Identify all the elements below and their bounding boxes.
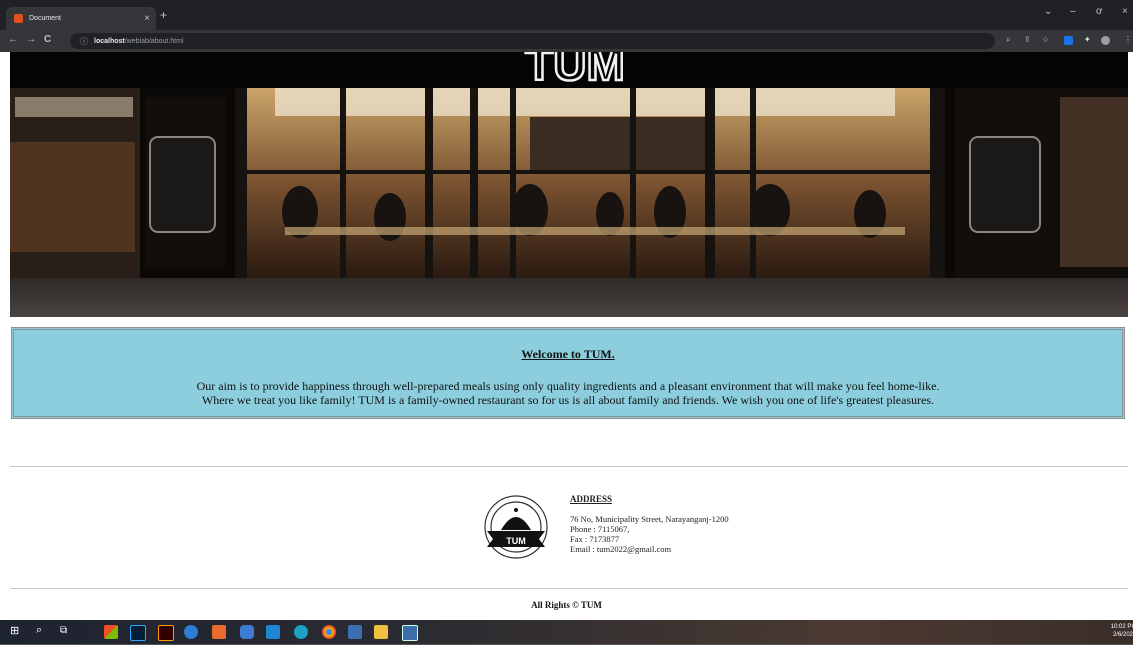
address-street: 76 No, Municipality Street, Narayanganj-… <box>570 514 729 524</box>
hero-image: TUM <box>10 52 1128 317</box>
browser-tab-bar: Document × + ⌄ – ơ × <box>0 0 1133 30</box>
tab-search-chevron-icon[interactable]: ⌄ <box>1044 6 1052 17</box>
address-heading: ADDRESS <box>570 494 613 504</box>
welcome-text-line-2: Where we treat you like family! TUM is a… <box>201 393 935 407</box>
windows-start-icon[interactable]: ⊞ <box>10 624 24 638</box>
app-icon[interactable] <box>184 625 198 639</box>
app-icon-2[interactable] <box>348 625 362 639</box>
clock-date: 2/6/202 <box>1112 632 1133 638</box>
illustrator-icon[interactable] <box>158 625 174 641</box>
share-icon[interactable]: ⇪ <box>1024 35 1031 44</box>
chrome-browser-icon[interactable] <box>322 625 336 639</box>
welcome-heading: Welcome to TUM. <box>521 347 615 361</box>
system-clock[interactable]: 10:02 PI 2/6/202 <box>1111 623 1133 639</box>
url-input[interactable]: ⓘ localhost /weblab/about.html <box>70 33 995 49</box>
app-icon-3[interactable] <box>402 625 418 641</box>
new-tab-button[interactable]: + <box>160 8 167 22</box>
file-explorer-icon[interactable] <box>374 625 388 639</box>
edge-browser-icon[interactable] <box>294 625 308 639</box>
footer-logo: TUM <box>483 494 549 565</box>
browser-address-bar: ← → C ⓘ localhost /weblab/about.html ⌕ ⇪… <box>0 30 1133 52</box>
forward-button[interactable]: → <box>26 34 36 45</box>
store-app-icon[interactable] <box>104 625 118 639</box>
address-email: Email : tum2022@gmail.com <box>570 544 672 554</box>
footer-divider-bottom <box>10 588 1128 589</box>
welcome-text-line-1: Our aim is to provide happiness through … <box>196 379 940 393</box>
footer-divider-top <box>10 466 1128 467</box>
clock-time: 10:02 PI <box>1110 624 1133 630</box>
photoshop-icon[interactable] <box>130 625 146 641</box>
footer-logo-text: TUM <box>506 536 526 546</box>
reload-button[interactable]: C <box>44 34 51 45</box>
tab-title: Document <box>29 15 61 22</box>
extension-icon[interactable] <box>1064 36 1073 45</box>
window-close-button[interactable]: × <box>1122 6 1128 17</box>
windows-taskbar: ⊞ ⌕ ⧉ 10:02 PI 2/6/202 <box>0 620 1133 644</box>
copyright-text: All Rights © TUM <box>531 600 602 610</box>
extensions-puzzle-icon[interactable]: ✦ <box>1084 35 1091 44</box>
bookmark-star-icon[interactable]: ☆ <box>1042 35 1049 44</box>
hero-brand-text: TUM <box>525 52 625 90</box>
minimize-button[interactable]: – <box>1070 6 1076 17</box>
profile-avatar[interactable] <box>1101 36 1110 45</box>
vscode-icon[interactable] <box>266 625 280 639</box>
zoom-search-icon[interactable]: ⌕ <box>1006 35 1010 45</box>
restore-button[interactable]: ơ <box>1096 6 1103 17</box>
url-path: /weblab/about.html <box>124 37 184 45</box>
page-viewport: TUM Welcome to TUM. Our aim is to provid… <box>0 52 1133 620</box>
tab-close-icon[interactable]: × <box>144 13 150 24</box>
xampp-icon[interactable] <box>212 625 226 639</box>
back-button[interactable]: ← <box>8 34 18 45</box>
address-phone: Phone : 7115067, <box>570 524 630 534</box>
browser-tab[interactable]: Document × <box>6 7 156 30</box>
browser-menu-icon[interactable]: ⋮ <box>1124 35 1132 44</box>
address-block: ADDRESS 76 No, Municipality Street, Nara… <box>570 494 729 554</box>
url-host: localhost <box>94 37 125 45</box>
search-icon[interactable]: ⌕ <box>36 624 50 638</box>
page-favicon-icon <box>14 14 23 23</box>
zoom-app-icon[interactable] <box>240 625 254 639</box>
welcome-section: Welcome to TUM. Our aim is to provide ha… <box>11 327 1125 419</box>
site-info-icon[interactable]: ⓘ <box>80 36 88 47</box>
task-view-icon[interactable]: ⧉ <box>60 625 74 639</box>
address-fax: Fax : 7173877 <box>570 534 620 544</box>
